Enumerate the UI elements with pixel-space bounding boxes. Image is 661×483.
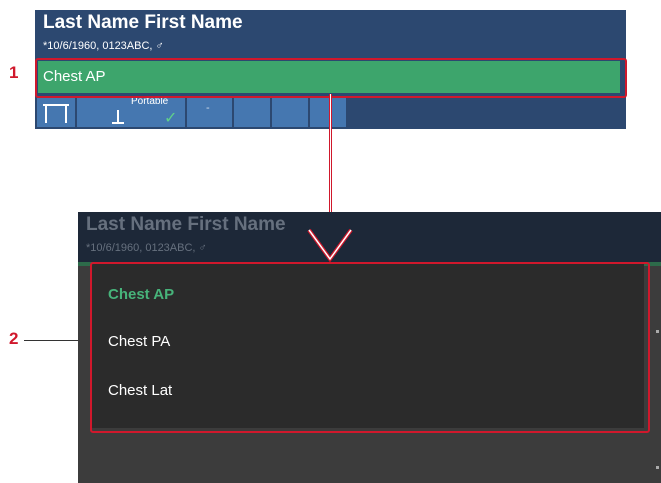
edge-scroll-mark-bottom — [656, 466, 659, 469]
exam-tile-6[interactable] — [310, 98, 346, 127]
table-position-tile[interactable] — [37, 98, 75, 127]
callout-number-1: 1 — [9, 63, 19, 82]
exam-tile-5[interactable] — [272, 98, 308, 127]
exam-tile-4[interactable] — [234, 98, 270, 127]
patient-details: *10/6/1960, 0123ABC, ♂ — [43, 40, 164, 52]
patient-header: Last Name First Name *10/6/1960, 0123ABC… — [35, 10, 626, 58]
portable-detector-icon — [112, 110, 124, 124]
highlight-box-2 — [90, 262, 650, 433]
connector-arrowhead-icon — [307, 228, 353, 263]
patient-header-dimmed: Last Name First Name *10/6/1960, 0123ABC… — [78, 212, 661, 262]
callout-number-2: 2 — [9, 329, 19, 348]
highlight-box-1 — [35, 58, 627, 98]
exam-table-icon — [43, 104, 69, 123]
checkmark-icon: ✓ — [164, 110, 178, 127]
patient-name: Last Name First Name — [43, 12, 243, 33]
patient-name-dimmed: Last Name First Name — [86, 214, 286, 235]
dash-indicator: - — [206, 102, 210, 114]
edge-scroll-mark — [656, 330, 659, 333]
patient-details-dimmed: *10/6/1960, 0123ABC, ♂ — [86, 242, 207, 254]
